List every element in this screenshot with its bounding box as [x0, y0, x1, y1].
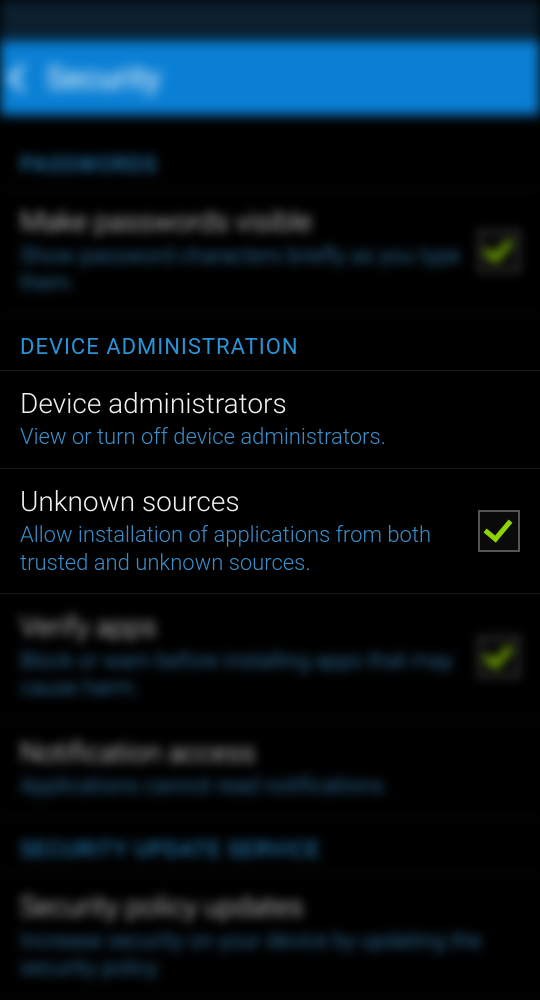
status-bar — [0, 0, 540, 40]
item-desc: Allow installation of applications from … — [20, 522, 466, 577]
item-notification-access[interactable]: Notification access Applications cannot … — [0, 720, 540, 818]
header-bar[interactable]: Security — [0, 40, 540, 115]
item-unknown-sources[interactable]: Unknown sources Allow installation of ap… — [0, 469, 540, 595]
back-icon — [8, 63, 36, 91]
item-security-policy-updates[interactable]: Security policy updates Increase securit… — [0, 874, 540, 1000]
item-verify-apps[interactable]: Verify apps Block or warn before install… — [0, 594, 540, 720]
item-text: Device administrators View or turn off d… — [20, 387, 520, 452]
item-title: Security policy updates — [20, 890, 508, 924]
settings-list: PASSWORDS Make passwords visible Show pa… — [0, 115, 540, 1000]
check-icon — [484, 638, 513, 668]
item-text: Notification access Applications cannot … — [20, 736, 520, 801]
spacer — [0, 115, 540, 133]
item-text: Verify apps Block or warn before install… — [20, 610, 478, 703]
item-desc: View or turn off device administrators. — [20, 424, 508, 452]
item-title: Notification access — [20, 736, 508, 770]
item-desc: Applications cannot read notifications. — [20, 773, 508, 801]
page-title: Security — [46, 59, 161, 97]
item-text: Unknown sources Allow installation of ap… — [20, 485, 478, 578]
section-security-update: SECURITY UPDATE SERVICE — [0, 818, 540, 874]
check-icon — [484, 512, 513, 542]
item-make-passwords-visible[interactable]: Make passwords visible Show password cha… — [0, 189, 540, 315]
item-text: Security policy updates Increase securit… — [20, 890, 520, 983]
item-desc: Increase security on your device by upda… — [20, 928, 508, 983]
item-desc: Show password characters briefly as you … — [20, 243, 466, 298]
item-desc: Block or warn before installing apps tha… — [20, 648, 466, 703]
check-icon — [484, 233, 513, 263]
item-title: Make passwords visible — [20, 205, 466, 239]
item-device-administrators[interactable]: Device administrators View or turn off d… — [0, 371, 540, 469]
section-device-administration: DEVICE ADMINISTRATION — [0, 315, 540, 371]
section-passwords: PASSWORDS — [0, 133, 540, 189]
checkbox-verify-apps[interactable] — [478, 636, 520, 678]
item-text: Make passwords visible Show password cha… — [20, 205, 478, 298]
item-title: Device administrators — [20, 387, 508, 421]
checkbox-unknown-sources[interactable] — [478, 510, 520, 552]
item-title: Verify apps — [20, 610, 466, 644]
item-title: Unknown sources — [20, 485, 466, 519]
checkbox-passwords-visible[interactable] — [478, 230, 520, 272]
